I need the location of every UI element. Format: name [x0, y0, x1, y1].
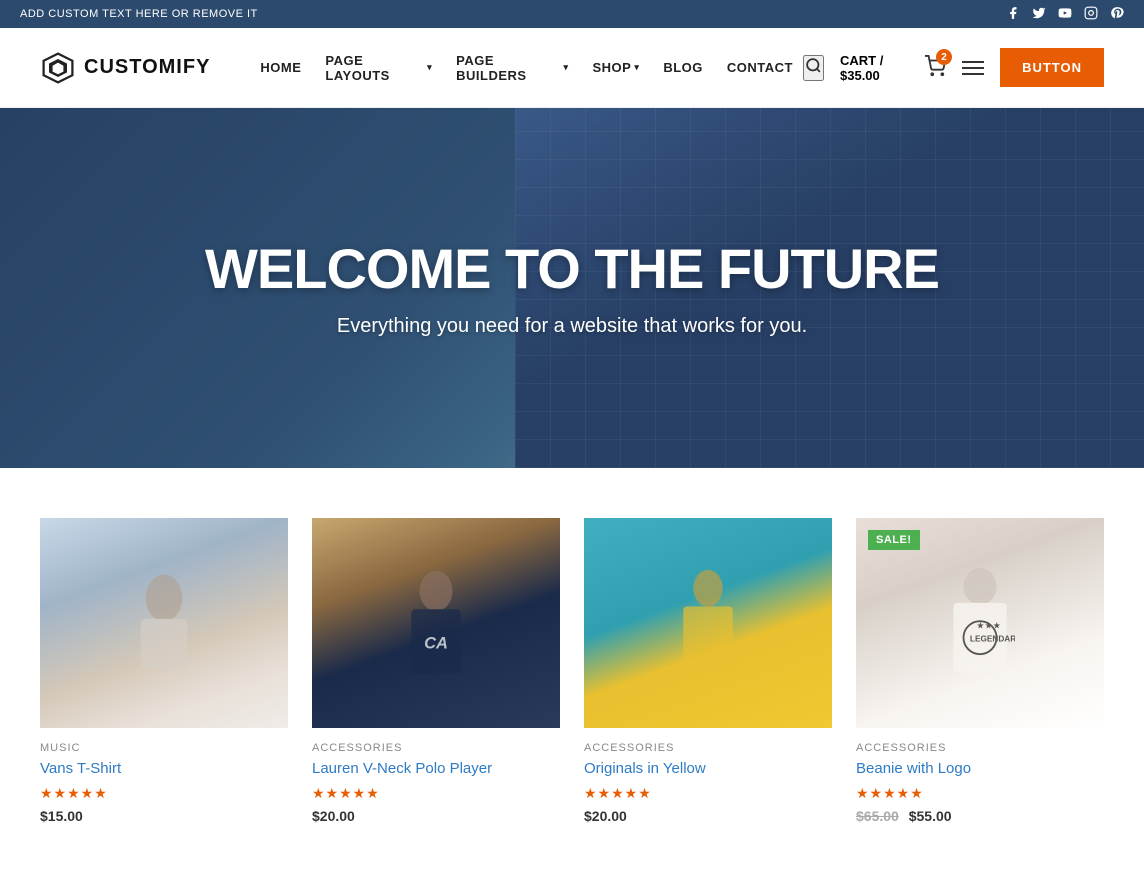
hero-subtitle: Everything you need for a website that w… — [205, 315, 939, 338]
cart-label: CART / $35.00 — [840, 53, 918, 83]
product-image-1 — [40, 518, 288, 728]
product-card-2[interactable]: CA ACCESSORIES Lauren V-Neck Polo Player… — [312, 518, 560, 824]
product-image-3 — [584, 518, 832, 728]
product-image-wrap-4: LEGENDARY ★★★ SALE! — [856, 518, 1104, 728]
top-bar-text: ADD CUSTOM TEXT HERE OR REMOVE IT — [20, 8, 258, 20]
product-category-3: ACCESSORIES — [584, 742, 832, 754]
main-nav: HOME PAGE LAYOUTS ▾ PAGE BUILDERS ▾ SHOP… — [250, 45, 803, 91]
shop-arrow: ▾ — [634, 62, 639, 73]
hero-content: WELCOME TO THE FUTURE Everything you nee… — [145, 238, 999, 339]
product-name-1[interactable]: Vans T-Shirt — [40, 760, 288, 777]
svg-text:★★★: ★★★ — [976, 621, 1001, 631]
product-image-2: CA — [312, 518, 560, 728]
nav-page-layouts[interactable]: PAGE LAYOUTS ▾ — [315, 45, 442, 91]
hero-title: WELCOME TO THE FUTURE — [205, 238, 939, 300]
cta-button[interactable]: BUTTON — [1000, 48, 1104, 87]
product-name-4[interactable]: Beanie with Logo — [856, 760, 1104, 777]
product-price-3: $20.00 — [584, 808, 832, 824]
page-builders-arrow: ▾ — [563, 62, 568, 73]
product-price-1: $15.00 — [40, 808, 288, 824]
page-layouts-arrow: ▾ — [427, 62, 432, 73]
original-price-4: $65.00 — [856, 808, 899, 824]
logo[interactable]: CUSTOMIFY — [40, 50, 210, 86]
product-category-1: MUSIC — [40, 742, 288, 754]
product-name-2[interactable]: Lauren V-Neck Polo Player — [312, 760, 560, 777]
svg-text:LEGENDARY: LEGENDARY — [970, 634, 1015, 643]
product-price-4: $65.00 $55.00 — [856, 808, 1104, 824]
nav-page-builders[interactable]: PAGE BUILDERS ▾ — [446, 45, 578, 91]
product-stars-2: ★★★★★ — [312, 785, 560, 802]
product-image-wrap-2: CA — [312, 518, 560, 728]
product-stars-1: ★★★★★ — [40, 785, 288, 802]
product-card-4[interactable]: LEGENDARY ★★★ SALE! ACCESSORIES Beanie w… — [856, 518, 1104, 824]
youtube-icon[interactable] — [1058, 6, 1072, 23]
header: CUSTOMIFY HOME PAGE LAYOUTS ▾ PAGE BUILD… — [0, 28, 1144, 108]
product-price-2: $20.00 — [312, 808, 560, 824]
hamburger-menu[interactable] — [962, 61, 984, 75]
logo-text: CUSTOMIFY — [84, 56, 210, 79]
product-category-2: ACCESSORIES — [312, 742, 560, 754]
hero-section: WELCOME TO THE FUTURE Everything you nee… — [0, 108, 1144, 468]
cart-area[interactable]: CART / $35.00 2 — [840, 53, 946, 83]
instagram-icon[interactable] — [1084, 6, 1098, 23]
product-image-wrap-3 — [584, 518, 832, 728]
sale-price-4: $55.00 — [909, 808, 952, 824]
products-section: MUSIC Vans T-Shirt ★★★★★ $15.00 CA ACCES… — [0, 468, 1144, 874]
social-icons — [1006, 6, 1124, 23]
svg-text:CA: CA — [424, 635, 448, 653]
product-image-wrap-1 — [40, 518, 288, 728]
nav-shop[interactable]: SHOP ▾ — [582, 52, 649, 83]
nav-blog[interactable]: BLOG — [653, 52, 713, 83]
sale-badge-4: SALE! — [868, 530, 920, 550]
cart-icon-wrap: 2 — [924, 55, 946, 80]
facebook-icon[interactable] — [1006, 6, 1020, 23]
nav-contact[interactable]: CONTACT — [717, 52, 803, 83]
products-grid: MUSIC Vans T-Shirt ★★★★★ $15.00 CA ACCES… — [40, 518, 1104, 824]
product-name-3[interactable]: Originals in Yellow — [584, 760, 832, 777]
product-stars-4: ★★★★★ — [856, 785, 1104, 802]
top-bar: ADD CUSTOM TEXT HERE OR REMOVE IT — [0, 0, 1144, 28]
cart-badge: 2 — [936, 49, 952, 65]
product-card-1[interactable]: MUSIC Vans T-Shirt ★★★★★ $15.00 — [40, 518, 288, 824]
header-right: CART / $35.00 2 BUTTON — [803, 48, 1104, 87]
product-card-3[interactable]: ACCESSORIES Originals in Yellow ★★★★★ $2… — [584, 518, 832, 824]
pinterest-icon[interactable] — [1110, 6, 1124, 23]
logo-icon — [40, 50, 76, 86]
product-stars-3: ★★★★★ — [584, 785, 832, 802]
search-button[interactable] — [803, 55, 824, 81]
nav-home[interactable]: HOME — [250, 52, 311, 83]
product-category-4: ACCESSORIES — [856, 742, 1104, 754]
twitter-icon[interactable] — [1032, 6, 1046, 23]
